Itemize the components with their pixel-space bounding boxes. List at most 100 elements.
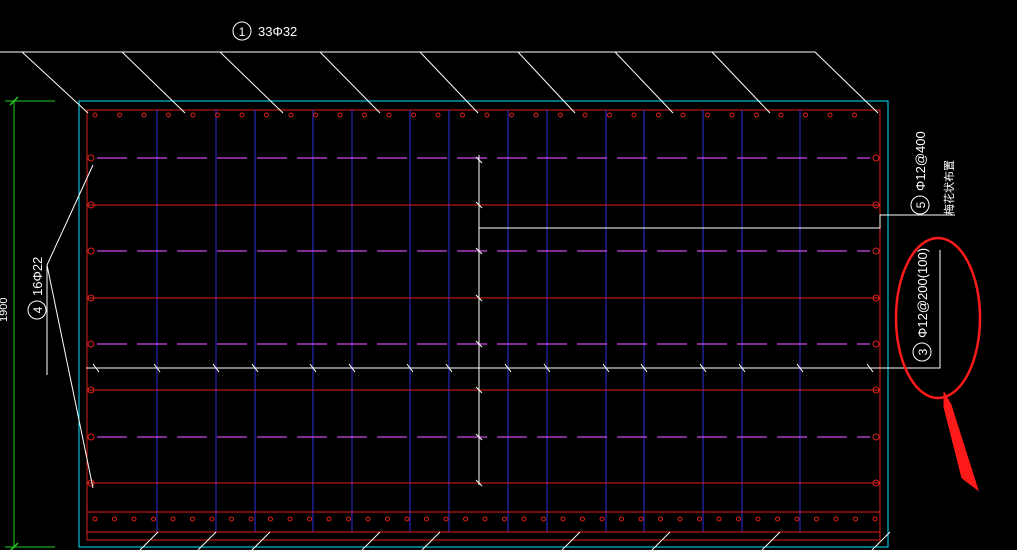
- rebar-frame: [86, 109, 881, 541]
- highlight-annotation: [894, 236, 982, 492]
- concrete-outline: [78, 100, 889, 548]
- bottom-bar-dot: [755, 516, 761, 522]
- top-bar-dot: [680, 112, 686, 118]
- bottom-bar-dot: [638, 516, 644, 522]
- top-bar-dot: [92, 112, 98, 118]
- top-bar-dot: [190, 112, 196, 118]
- leader-rebar-1: [219, 51, 284, 114]
- top-bar-dot: [558, 112, 563, 118]
- bottom-bar-dot: [209, 516, 215, 522]
- leader-rebar-5: [479, 214, 955, 229]
- bottom-bar-dot: [872, 516, 878, 522]
- bottom-bar-dot: [229, 516, 234, 522]
- top-bar-dot: [582, 112, 588, 118]
- bottom-bar-dot: [502, 516, 507, 522]
- bottom-bar-dot: [814, 516, 819, 522]
- top-bar-dot: [337, 112, 343, 118]
- leader-rebar-4: [46, 264, 94, 489]
- leader-rebar-1: [711, 51, 771, 114]
- leader-rebar-1: [517, 51, 576, 114]
- bottom-bar-dot: [307, 516, 312, 522]
- top-bar-dot: [362, 112, 367, 118]
- bar-end-hook: [872, 154, 880, 162]
- bottom-bar-dot: [404, 516, 410, 522]
- top-bar-dot: [803, 112, 808, 118]
- bottom-bar-dot: [619, 516, 624, 522]
- rebar-5-label: 5 Φ12@400: [910, 131, 930, 215]
- top-bar-dot: [411, 112, 416, 118]
- rebar-4-number: 4: [31, 306, 45, 313]
- leader-rebar-1: [21, 51, 89, 114]
- highlight-ellipse: [894, 236, 982, 400]
- bottom-bar-dot: [268, 516, 273, 522]
- top-bar-dot: [264, 112, 269, 118]
- bottom-bar-dot: [794, 516, 800, 522]
- bottom-bar-dot: [287, 516, 293, 522]
- top-bar-dot: [117, 112, 122, 118]
- bar-end-hook: [872, 247, 880, 255]
- leader-rebar-1: [419, 51, 479, 114]
- top-bar-dot: [631, 112, 637, 118]
- rebar-5-number: 5: [914, 201, 928, 208]
- leader-rebar-1: [319, 51, 381, 114]
- rebar-5-text: Φ12@400: [913, 131, 928, 191]
- bar-end-hook: [87, 247, 95, 255]
- top-bar-dot: [852, 112, 857, 118]
- dimension-label: 1900: [0, 298, 10, 322]
- leader-rebar-1: [121, 51, 186, 114]
- top-bar-dot: [386, 112, 392, 118]
- bar-end-hook: [872, 433, 880, 441]
- highlight-arrow: [943, 391, 979, 492]
- top-bar-dot: [729, 112, 735, 118]
- top-bar-dot: [460, 112, 465, 118]
- rebar-3-text: Φ12@200(100): [915, 248, 930, 338]
- top-bar-dot: [288, 112, 294, 118]
- rebar-4-label: 4 16Φ22: [27, 257, 47, 320]
- bar-end-hook: [87, 154, 95, 162]
- bottom-bar-dot: [151, 516, 156, 522]
- bottom-bar-dot: [92, 516, 98, 522]
- rebar-4-text: 16Φ22: [30, 257, 45, 296]
- bottom-bar-dot: [365, 516, 371, 522]
- bottom-bar-dot: [560, 516, 566, 522]
- bottom-bar-dot: [521, 516, 527, 522]
- bottom-bar-dot: [170, 516, 176, 522]
- bottom-bar-dot: [658, 516, 663, 522]
- bottom-bar-dot: [326, 516, 332, 522]
- rebar-5-note: 梅花状布置: [942, 160, 956, 215]
- top-bar-dot: [656, 112, 661, 118]
- bar-end-hook: [87, 340, 95, 348]
- bottom-bar-dot: [697, 516, 702, 522]
- leader-rebar-1: [814, 51, 879, 114]
- bar-end-hook: [87, 433, 95, 441]
- dimension-text: 1900: [0, 298, 10, 322]
- bottom-bar-dot: [424, 516, 429, 522]
- top-bar-dot: [533, 112, 539, 118]
- top-bar-dot: [778, 112, 784, 118]
- bottom-bar-dot: [482, 516, 488, 522]
- top-bar-dot: [313, 112, 318, 118]
- bar-end-hook: [872, 340, 880, 348]
- rebar-5-note-text: 梅花状布置: [942, 160, 956, 215]
- top-bar-dot: [484, 112, 490, 118]
- top-bar-dot: [827, 112, 833, 118]
- top-bar-dot: [435, 112, 441, 118]
- rebar-1-label: 1 33Φ32: [232, 21, 297, 41]
- top-bar-dot: [141, 112, 147, 118]
- bottom-bar-dot: [775, 516, 780, 522]
- bottom-bar-dot: [716, 516, 722, 522]
- top-bar-dot: [607, 112, 612, 118]
- bottom-bar-dot: [190, 516, 195, 522]
- bottom-bar-dot: [736, 516, 741, 522]
- bottom-bar-dot: [443, 516, 449, 522]
- bottom-bar-dot: [677, 516, 683, 522]
- top-bar-dot: [239, 112, 245, 118]
- rebar-1-number: 1: [239, 25, 246, 39]
- bottom-bar-dot: [131, 516, 137, 522]
- top-bar-dot: [509, 112, 514, 118]
- bottom-bar-dot: [599, 516, 605, 522]
- top-bar-dot: [166, 112, 171, 118]
- bottom-bar-dot: [580, 516, 585, 522]
- bottom-bar-dot: [346, 516, 351, 522]
- bottom-bar-dot: [385, 516, 390, 522]
